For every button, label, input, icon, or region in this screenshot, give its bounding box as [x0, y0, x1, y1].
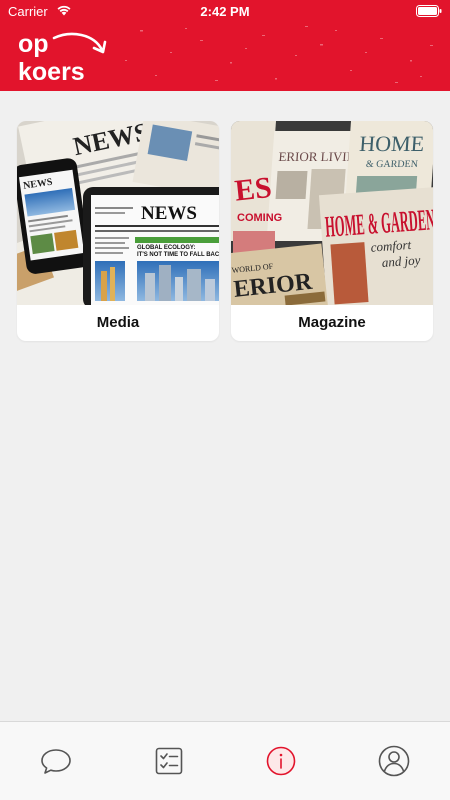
svg-text:GLOBAL ECOLOGY:: GLOBAL ECOLOGY:	[137, 245, 195, 251]
svg-text:COMING: COMING	[237, 212, 282, 224]
tab-tasks[interactable]	[152, 744, 186, 778]
app-header: Carrier 2:42 PM op koers	[0, 0, 450, 91]
svg-text:ES: ES	[233, 171, 273, 208]
checklist-icon	[155, 747, 183, 775]
status-time: 2:42 PM	[200, 4, 250, 19]
info-icon	[266, 746, 296, 776]
battery-icon	[416, 5, 442, 17]
magazine-card-label: Magazine	[298, 314, 366, 331]
svg-text:& GARDEN: & GARDEN	[366, 159, 419, 170]
svg-text:HOME: HOME	[359, 131, 425, 156]
tab-chat[interactable]	[39, 744, 73, 778]
status-bar: Carrier 2:42 PM	[0, 0, 450, 24]
media-card-label: Media	[96, 314, 140, 331]
chat-bubble-icon	[41, 749, 71, 774]
media-card-image: NEWS NEWS NEWS GLOBAL ECOLOGY: IT'S NOT …	[17, 121, 219, 305]
opkoers-logo[interactable]: op koers	[16, 28, 116, 86]
svg-text:IT'S NOT TIME TO FALL BACK: IT'S NOT TIME TO FALL BACK	[137, 252, 219, 258]
logo-text-koers: koers	[18, 58, 85, 86]
tab-bar	[0, 721, 450, 800]
logo-text-op: op	[18, 30, 49, 58]
tab-profile[interactable]	[377, 744, 411, 778]
svg-text:comfort: comfort	[370, 237, 412, 255]
svg-text:and joy: and joy	[381, 252, 421, 270]
magazine-card[interactable]: ERIOR LIVING HOME & GARDEN ES COMING HOM…	[231, 121, 433, 341]
tab-info[interactable]	[264, 744, 298, 778]
profile-icon	[378, 745, 410, 777]
magazine-card-image: ERIOR LIVING HOME & GARDEN ES COMING HOM…	[231, 121, 433, 305]
media-image-headline: NEWS	[141, 203, 197, 224]
media-card[interactable]: NEWS NEWS NEWS GLOBAL ECOLOGY: IT'S NOT …	[17, 121, 219, 341]
